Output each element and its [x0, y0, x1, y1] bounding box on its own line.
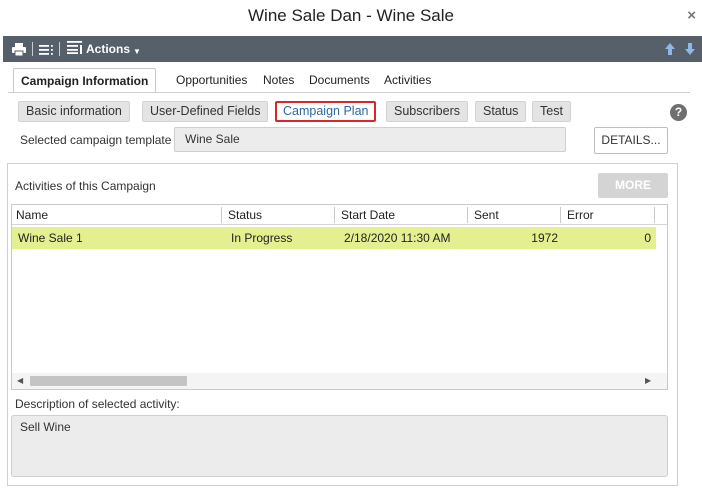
activities-label: Activities of this Campaign [15, 179, 156, 193]
more-button: MORE [598, 173, 668, 198]
cell-error: 0 [644, 231, 651, 245]
cell-name: Wine Sale 1 [18, 231, 83, 245]
close-icon[interactable]: × [687, 8, 696, 24]
print-icon[interactable] [12, 36, 26, 62]
scroll-left-icon[interactable]: ◀ [17, 376, 23, 385]
arrow-down-icon[interactable] [684, 42, 696, 55]
scrollbar-thumb[interactable] [30, 376, 187, 386]
tab-underline [8, 92, 690, 93]
cell-sent: 1972 [531, 231, 558, 245]
cell-status: In Progress [231, 231, 293, 245]
tab-activities[interactable]: Activities [384, 68, 431, 93]
subtab-status[interactable]: Status [475, 101, 527, 122]
toolbar-divider [32, 42, 33, 56]
tab-campaign-information[interactable]: Campaign Information [13, 68, 157, 93]
column-header-name[interactable]: Name [12, 205, 48, 225]
subtab-basic-information[interactable]: Basic information [18, 101, 130, 122]
details-button[interactable]: DETAILS... [594, 127, 668, 154]
title-bar: Wine Sale Dan - Wine Sale × [0, 0, 702, 35]
arrow-up-icon[interactable] [664, 42, 676, 55]
scroll-right-icon[interactable]: ▶ [645, 376, 651, 385]
subtab-subscribers[interactable]: Subscribers [386, 101, 468, 122]
column-divider[interactable] [654, 207, 655, 223]
chevron-down-icon: ▼ [133, 46, 141, 56]
toolbar-divider [59, 42, 60, 56]
campaign-template-field[interactable]: Wine Sale [174, 127, 566, 152]
activities-table: Name Status Start Date Sent Error Wine S… [11, 204, 668, 390]
tab-notes[interactable]: Notes [263, 68, 294, 93]
table-row[interactable]: Wine Sale 1 In Progress 2/18/2020 11:30 … [12, 227, 656, 249]
actions-menu[interactable]: Actions ▼ [67, 36, 141, 62]
horizontal-scrollbar[interactable]: ◀ ▶ [12, 373, 667, 389]
column-divider[interactable] [334, 207, 335, 223]
help-icon[interactable]: ? [670, 104, 687, 121]
column-divider[interactable] [221, 207, 222, 223]
column-header-status[interactable]: Status [224, 205, 262, 225]
tab-opportunities[interactable]: Opportunities [176, 68, 247, 93]
column-divider[interactable] [467, 207, 468, 223]
subtab-test[interactable]: Test [532, 101, 571, 122]
actions-label: Actions [86, 42, 131, 56]
cell-start-date: 2/18/2020 11:30 AM [344, 231, 451, 245]
column-divider[interactable] [560, 207, 561, 223]
description-label: Description of selected activity: [15, 397, 180, 411]
list-icon[interactable] [39, 36, 53, 62]
toolbar: Actions ▼ [3, 36, 702, 62]
tab-documents[interactable]: Documents [309, 68, 370, 93]
subtab-campaign-plan[interactable]: Campaign Plan [275, 101, 377, 122]
column-header-error[interactable]: Error [563, 205, 594, 225]
subtab-user-defined-fields[interactable]: User-Defined Fields [142, 101, 269, 122]
list-detail-icon [67, 41, 82, 57]
description-field[interactable]: Sell Wine [11, 415, 668, 477]
column-header-start-date[interactable]: Start Date [337, 205, 395, 225]
table-header: Name Status Start Date Sent Error [12, 205, 667, 225]
column-header-sent[interactable]: Sent [470, 205, 499, 225]
campaign-template-label: Selected campaign template [20, 133, 172, 147]
window-title: Wine Sale Dan - Wine Sale [248, 6, 454, 25]
